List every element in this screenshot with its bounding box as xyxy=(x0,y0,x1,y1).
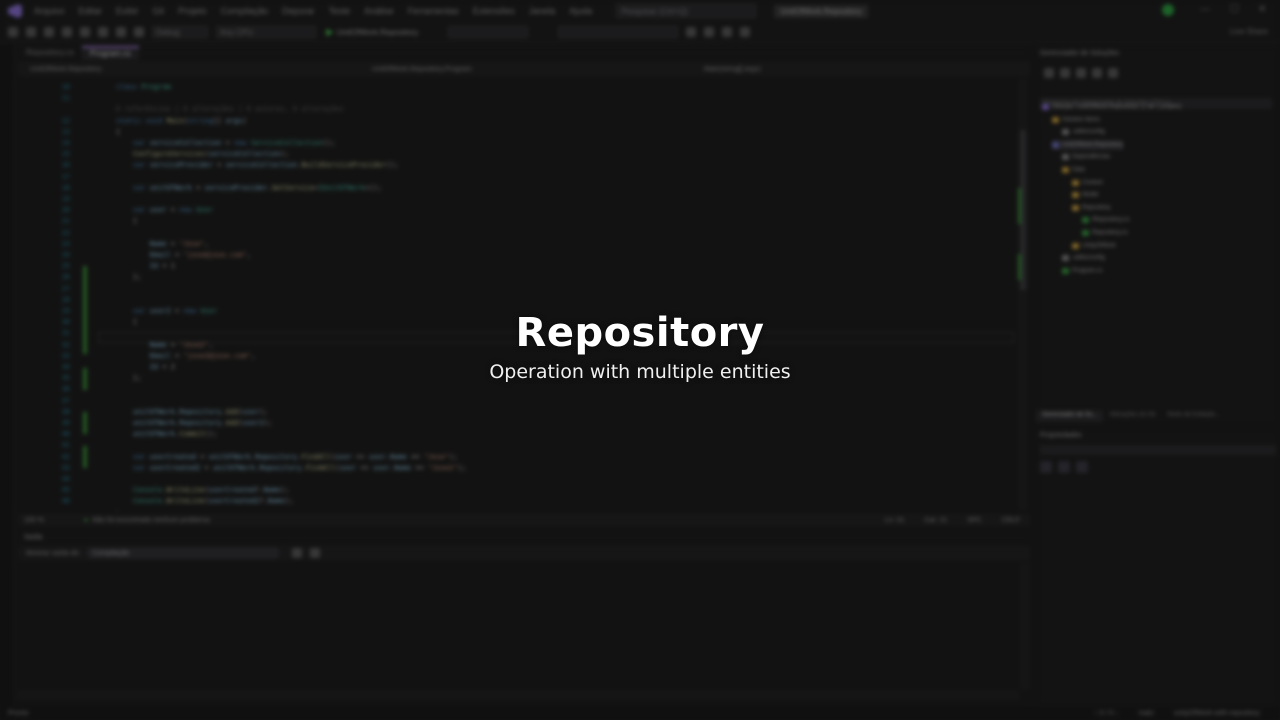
caption-subtitle: Operation with multiple entities xyxy=(489,361,791,383)
caption-title: Repository xyxy=(515,310,765,356)
video-caption: Repository Operation with multiple entit… xyxy=(0,306,1280,384)
